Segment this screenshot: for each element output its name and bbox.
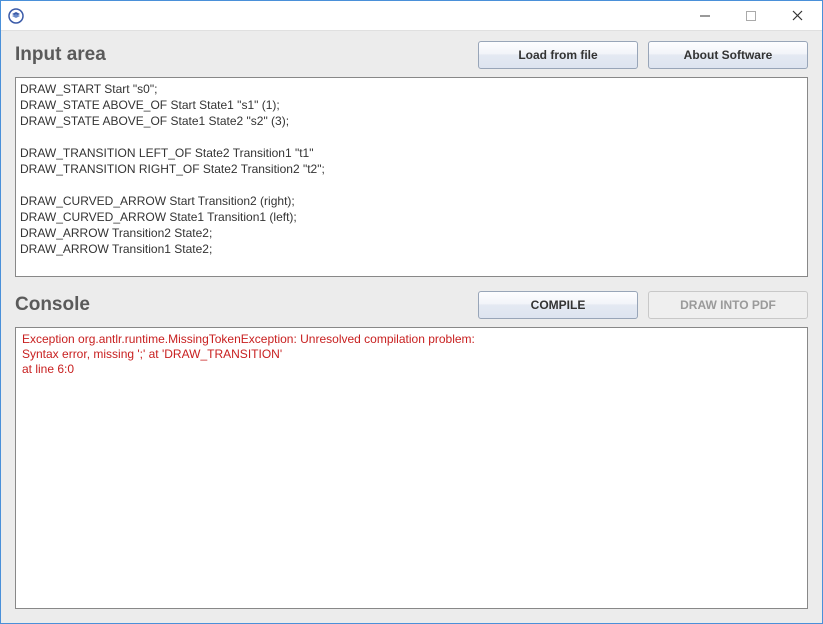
minimize-button[interactable] bbox=[682, 2, 728, 30]
app-window: Input area Load from file About Software… bbox=[0, 0, 823, 624]
window-controls bbox=[682, 2, 820, 30]
console-header: Console COMPILE DRAW INTO PDF bbox=[15, 291, 808, 319]
draw-into-pdf-button[interactable]: DRAW INTO PDF bbox=[648, 291, 808, 319]
about-software-button[interactable]: About Software bbox=[648, 41, 808, 69]
code-input[interactable] bbox=[15, 77, 808, 277]
input-area-header: Input area Load from file About Software bbox=[15, 41, 808, 69]
content-area: Input area Load from file About Software… bbox=[1, 31, 822, 623]
close-button[interactable] bbox=[774, 2, 820, 30]
maximize-button[interactable] bbox=[728, 2, 774, 30]
titlebar bbox=[1, 1, 822, 31]
input-area-title: Input area bbox=[15, 44, 468, 66]
input-area-wrap bbox=[15, 77, 808, 277]
console-output: Exception org.antlr.runtime.MissingToken… bbox=[15, 327, 808, 609]
console-title: Console bbox=[15, 294, 468, 316]
app-icon bbox=[7, 7, 25, 25]
load-from-file-button[interactable]: Load from file bbox=[478, 41, 638, 69]
compile-button[interactable]: COMPILE bbox=[478, 291, 638, 319]
